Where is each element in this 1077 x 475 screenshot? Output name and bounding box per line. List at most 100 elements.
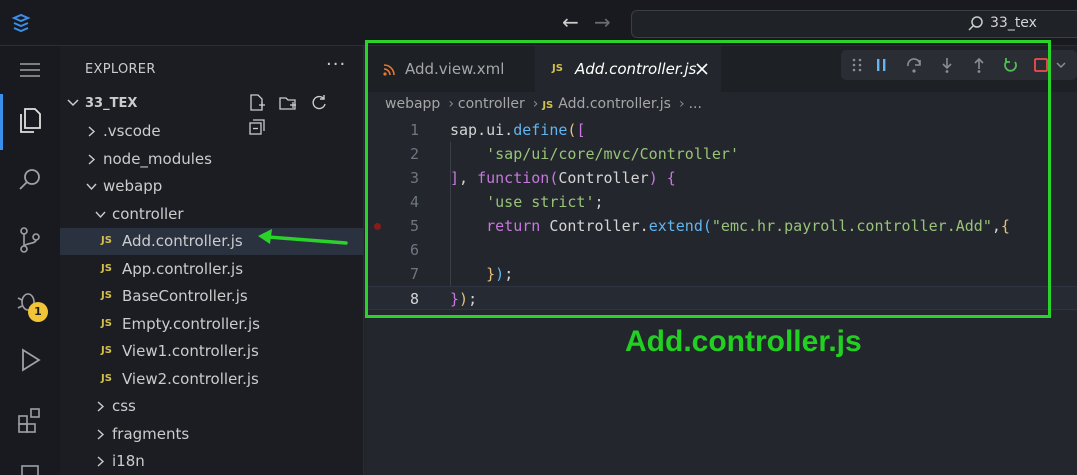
breadcrumb-item[interactable]: webapp — [385, 96, 440, 112]
breadcrumb: webapp › controller › JS Add.controller.js ›..… — [385, 96, 706, 112]
tree-file-view1-controller[interactable]: JS View1.controller.js — [60, 338, 364, 365]
active-view-indicator — [0, 94, 3, 150]
js-file-icon: JS — [101, 318, 112, 329]
debug-toolbar — [841, 50, 1077, 80]
source-control-icon[interactable] — [14, 224, 46, 256]
code-text: return Controller.extend("emc.hr.payroll… — [486, 217, 1010, 235]
workspace-header[interactable]: 33_TEX — [60, 92, 364, 135]
tree-folder-webapp[interactable]: webapp — [60, 173, 364, 200]
code-line-current: 8 }); — [365, 286, 1077, 310]
tree-item-label: css — [112, 397, 136, 415]
step-over-icon[interactable] — [905, 57, 923, 73]
breadcrumb-item[interactable]: controller — [458, 96, 525, 112]
js-file-icon: JS — [101, 373, 112, 384]
extensions-icon[interactable] — [14, 404, 46, 436]
chevron-down-icon — [86, 183, 97, 191]
tree-item-label: i18n — [112, 452, 145, 470]
tree-item-label: webapp — [103, 177, 163, 195]
tree-file-app-controller[interactable]: JS App.controller.js — [60, 256, 364, 283]
step-into-icon[interactable] — [939, 57, 955, 73]
js-file-icon: JS — [101, 290, 112, 301]
explorer-files-icon[interactable] — [14, 104, 46, 136]
code-text: sap.ui.define([ — [450, 121, 586, 139]
chevron-right-icon: › — [678, 96, 685, 112]
code-line: 5 return Controller.extend("emc.hr.payro… — [365, 214, 1077, 238]
code-line: 2 'sap/ui/core/mvc/Controller' — [365, 142, 1077, 166]
activity-bar: 1 — [0, 46, 60, 475]
js-file-icon: JS — [552, 63, 563, 74]
back-arrow-icon[interactable]: ← — [562, 12, 579, 32]
code-text: 'sap/ui/core/mvc/Controller' — [486, 145, 739, 163]
close-icon[interactable] — [695, 62, 709, 76]
chevron-right-icon — [88, 154, 96, 165]
new-file-icon[interactable] — [247, 93, 267, 113]
code-text: }); — [486, 265, 514, 283]
search-icon[interactable] — [14, 164, 46, 196]
code-line: 3 ], function(Controller) { — [365, 166, 1077, 190]
tree-folder-vscode[interactable]: .vscode — [60, 118, 364, 145]
chevron-right-icon — [97, 401, 105, 412]
tab-label: Add.view.xml — [405, 60, 505, 78]
menu-icon[interactable] — [14, 54, 46, 86]
tree-folder-css[interactable]: css — [60, 393, 364, 420]
pause-icon[interactable] — [873, 57, 889, 73]
breadcrumb-item[interactable]: Add.controller.js — [558, 96, 671, 112]
line-number: 5 — [409, 217, 419, 235]
command-center-search[interactable]: 33_tex — [631, 10, 1077, 38]
tab-bar: Add.view.xml JS Add.controller.js — [365, 46, 1077, 92]
step-out-icon[interactable] — [971, 57, 987, 73]
annotation-caption: Add.controller.js — [625, 325, 862, 358]
more-actions-icon[interactable]: ··· — [326, 54, 346, 75]
tree-item-label: controller — [112, 205, 184, 223]
remote-icon[interactable] — [14, 458, 46, 475]
js-file-icon: JS — [101, 345, 112, 356]
line-number: 2 — [409, 145, 419, 163]
tree-folder-node-modules[interactable]: node_modules — [60, 146, 364, 173]
code-line: 4 'use strict'; — [365, 190, 1077, 214]
tree-item-label: fragments — [112, 425, 190, 443]
green-arrow-annotation — [258, 229, 348, 245]
tree-folder-i18n[interactable]: i18n — [60, 448, 364, 475]
line-number: 3 — [409, 169, 419, 187]
tree-file-empty-controller[interactable]: JS Empty.controller.js — [60, 311, 364, 338]
workspace-name: 33_TEX — [85, 96, 138, 111]
search-text: 33_tex — [990, 15, 1037, 31]
code-line: 1 sap.ui.define([ — [365, 118, 1077, 142]
explorer-title: EXPLORER — [85, 62, 156, 77]
breakpoint-dot[interactable] — [374, 223, 381, 230]
chevron-right-icon — [88, 126, 96, 137]
tree-folder-fragments[interactable]: fragments — [60, 421, 364, 448]
drag-handle-icon[interactable] — [851, 57, 863, 73]
code-editor[interactable]: 1 sap.ui.define([ 2 'sap/ui/core/mvc/Con… — [365, 118, 1077, 475]
new-folder-icon[interactable] — [278, 93, 298, 113]
breadcrumb-item[interactable]: ... — [689, 96, 702, 112]
tab-add-controller-js[interactable]: JS Add.controller.js — [535, 46, 721, 92]
tree-file-view2-controller[interactable]: JS View2.controller.js — [60, 366, 364, 393]
chevron-down-icon — [67, 99, 79, 107]
code-line: 7 }); — [365, 262, 1077, 286]
line-number: 1 — [409, 121, 419, 139]
tree-item-label: Empty.controller.js — [122, 315, 260, 333]
tab-add-view-xml[interactable]: Add.view.xml — [365, 46, 535, 92]
code-text: ], function(Controller) { — [450, 169, 676, 187]
chevron-right-icon: › — [448, 96, 454, 112]
js-file-icon: JS — [101, 263, 112, 274]
chevron-right-icon — [97, 456, 105, 467]
run-icon[interactable] — [14, 344, 46, 376]
stop-icon[interactable] — [1033, 57, 1049, 73]
vscode-logo-icon — [11, 13, 31, 33]
chevron-down-icon[interactable] — [1055, 57, 1067, 73]
forward-arrow-icon[interactable]: → — [594, 12, 611, 32]
search-icon — [968, 16, 983, 31]
restart-icon[interactable] — [1003, 57, 1019, 73]
chevron-right-icon: › — [532, 96, 539, 112]
line-number: 7 — [409, 265, 419, 283]
tree-file-base-controller[interactable]: JS BaseController.js — [60, 283, 364, 310]
refresh-icon[interactable] — [309, 93, 329, 113]
xml-file-icon — [383, 64, 395, 76]
tree-item-label: Add.controller.js — [122, 232, 243, 250]
tree-item-label: BaseController.js — [122, 287, 248, 305]
tree-folder-controller[interactable]: controller — [60, 201, 364, 228]
title-bar: ← → 33_tex — [0, 0, 1077, 46]
line-number: 4 — [409, 193, 419, 211]
